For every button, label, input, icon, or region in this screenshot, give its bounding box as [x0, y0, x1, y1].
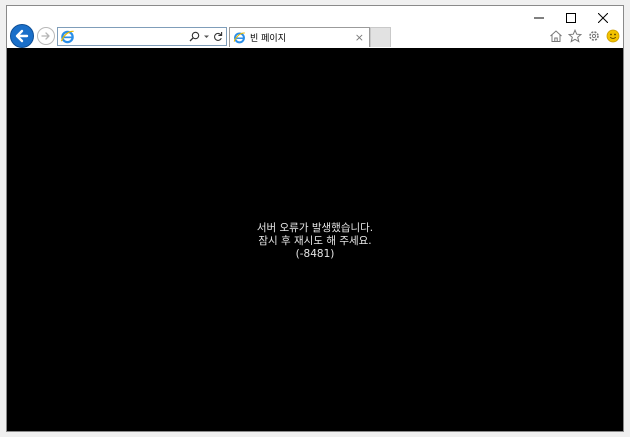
right-toolbar: [548, 28, 620, 43]
maximize-icon: [566, 13, 576, 23]
arrow-left-icon: [15, 29, 29, 43]
address-tools: [189, 29, 223, 44]
new-tab-button[interactable]: [370, 27, 391, 47]
error-message-line1: 서버 오류가 발생했습니다.: [256, 222, 374, 234]
tab-close-button[interactable]: ×: [355, 32, 364, 43]
tab-title: 빈 페이지: [250, 34, 286, 44]
error-code: (-8481): [295, 248, 335, 260]
page-content: 서버 오류가 발생했습니다. 잠시 후 재시도 해 주세요. (-8481): [7, 48, 623, 431]
ie-logo-icon: [233, 32, 245, 44]
error-message: 서버 오류가 발생했습니다. 잠시 후 재시도 해 주세요. (-8481): [7, 222, 623, 261]
search-button[interactable]: [189, 31, 200, 42]
tab-blank-page[interactable]: 빈 페이지 ×: [229, 27, 370, 47]
settings-button[interactable]: [586, 28, 601, 43]
smiley-icon: [606, 29, 619, 42]
address-bar[interactable]: [57, 27, 227, 46]
refresh-button[interactable]: [213, 31, 223, 42]
forward-button[interactable]: [37, 27, 55, 45]
back-button[interactable]: [10, 24, 34, 48]
search-icon: [189, 31, 200, 42]
feedback-button[interactable]: [605, 28, 620, 43]
ie-logo-icon: [60, 30, 74, 44]
gear-icon: [588, 30, 599, 41]
home-button[interactable]: [548, 28, 563, 43]
address-input[interactable]: [77, 29, 177, 44]
close-icon: [598, 13, 608, 23]
home-icon: [549, 29, 562, 42]
star-icon: [567, 28, 582, 43]
browser-window: 빈 페이지 × 서버 오류가 발생했습니다. 잠시 후 재시도 해 주세요. (…: [6, 5, 624, 432]
error-message-line2: 잠시 후 재시도 해 주세요.: [258, 235, 372, 247]
minimize-icon: [534, 17, 544, 19]
arrow-right-icon: [41, 32, 50, 40]
address-dropdown-button[interactable]: [203, 33, 210, 40]
navigation-toolbar: 빈 페이지 ×: [7, 24, 623, 50]
dropdown-icon: [204, 35, 209, 38]
refresh-icon: [214, 32, 223, 41]
favorites-button[interactable]: [567, 28, 582, 43]
